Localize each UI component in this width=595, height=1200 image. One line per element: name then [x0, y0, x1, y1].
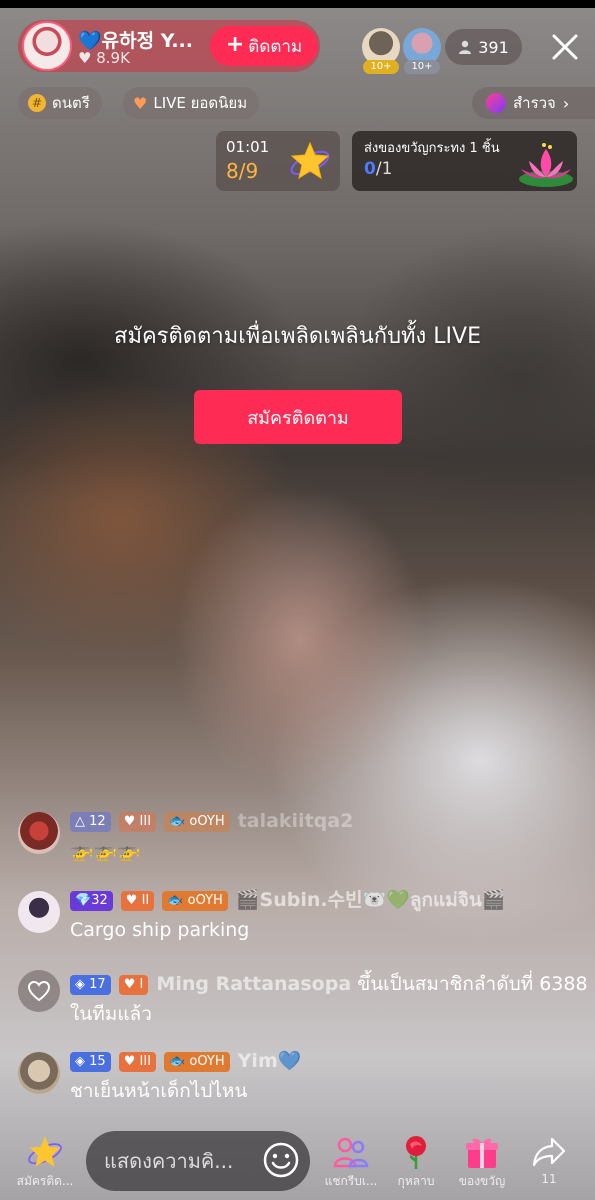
chip-label: ดนตรี: [52, 94, 90, 112]
level-number: 17: [89, 977, 106, 992]
commenter-avatar[interactable]: [18, 812, 60, 854]
gift-label: ของขวัญ: [458, 1174, 506, 1188]
share-arrow-icon: [532, 1137, 566, 1167]
level-badge: ◈ 17: [70, 975, 111, 995]
level-number: 12: [89, 814, 106, 829]
commenter-name[interactable]: talakiitqa2: [238, 810, 354, 832]
fan-level: II: [141, 893, 150, 908]
host-likes-count: 8.9K: [96, 49, 130, 67]
comment-input-placeholder: แสดงความคิ...: [104, 1149, 234, 1173]
comment-message: 🚁🚁🚁: [70, 840, 141, 862]
host-avatar[interactable]: [22, 21, 72, 71]
event-progress: 8/9: [226, 159, 259, 183]
level-badge: △ 12: [70, 812, 111, 832]
explore-label: สำรวจ: [513, 94, 556, 112]
share-button[interactable]: 11: [518, 1132, 580, 1186]
fan-badge: ♥ III: [118, 1052, 157, 1072]
explore-button[interactable]: สำรวจ ›: [472, 87, 595, 119]
fanclub-name: oOYH: [189, 1054, 225, 1069]
top-viewer-avatar[interactable]: 10+: [403, 28, 441, 74]
level-badge: 💎32: [70, 891, 113, 911]
level-badge: ◈ 15: [70, 1052, 111, 1072]
host-likes: ♥ 8.9K: [78, 49, 130, 67]
status-bar: [0, 0, 595, 8]
level-number: 15: [89, 1054, 106, 1069]
fan-badge: ♥ III: [118, 812, 157, 832]
heart-icon: ♥: [78, 49, 92, 67]
gift-task-widget[interactable]: ส่งของขวัญกระทง 1 ชิ้น 0/1: [352, 131, 577, 191]
subscribe-shortcut-label: สมัครติด...: [16, 1174, 74, 1188]
comment-message: ชาเย็นหน้าเด็กไปไหน: [70, 1080, 248, 1102]
comment-message: Cargo ship parking: [70, 919, 250, 941]
chip-music[interactable]: # ดนตรี: [18, 87, 102, 119]
fan-badge: ♥ II: [120, 891, 155, 911]
subscribe-prompt: สมัครติดตามเพื่อเพลิดเพลินกับทั้ง LIVE: [114, 324, 481, 349]
subscribe-shortcut-button[interactable]: สมัครติด...: [14, 1132, 76, 1191]
event-timer: 01:01: [226, 138, 270, 156]
gift-task-total: /1: [375, 159, 393, 179]
share-group-label: แชกรีบเ...: [324, 1174, 378, 1188]
emoji-icon[interactable]: [262, 1141, 300, 1179]
fan-level: III: [139, 814, 152, 829]
star-icon: [28, 1136, 62, 1167]
gift-task-done: 0: [364, 159, 376, 179]
commenter-name[interactable]: Ming Rattanasopa: [156, 973, 351, 995]
fan-badge: ♥ I: [118, 975, 149, 995]
star-icon: [290, 141, 330, 180]
group-icon: [333, 1137, 369, 1168]
commenter-name[interactable]: Yim💙: [238, 1050, 302, 1072]
follow-label: ติดตาม: [248, 36, 303, 57]
fanclub-badge: 🐟 oOYH: [164, 1052, 230, 1072]
gift-box-icon: [466, 1138, 498, 1168]
person-icon: [459, 40, 472, 54]
team-heart-icon: [18, 970, 60, 1012]
plus-icon: +: [225, 32, 245, 57]
lotus-krathong-icon: [519, 143, 573, 187]
commenter-avatar[interactable]: [18, 891, 60, 933]
viewer-level-badge: 10+: [404, 60, 440, 74]
chip-popular-live[interactable]: ♥ LIVE ยอดนิยม: [123, 87, 260, 119]
subscribe-button[interactable]: สมัครติดตาม: [194, 390, 402, 444]
event-timer-widget[interactable]: 01:01 8/9: [216, 131, 340, 191]
heart-icon: ♥: [133, 93, 148, 113]
share-group-button[interactable]: แชกรีบเ...: [320, 1132, 382, 1191]
rose-icon: [406, 1136, 426, 1169]
commenter-avatar[interactable]: [18, 1052, 60, 1094]
chip-label: LIVE ยอดนิยม: [153, 94, 248, 112]
viewer-count: 391: [478, 37, 509, 57]
fanclub-name: oOYH: [187, 893, 223, 908]
top-viewer-avatar[interactable]: 10+: [362, 28, 400, 74]
fanclub-badge: 🐟 oOYH: [162, 891, 228, 911]
fan-level: III: [139, 1054, 152, 1069]
gift-button[interactable]: ของขวัญ: [451, 1132, 513, 1191]
viewer-count-button[interactable]: 391: [445, 29, 522, 65]
rose-gift-button[interactable]: กุหลาบ: [385, 1132, 447, 1191]
follow-button[interactable]: + ติดตาม: [210, 26, 318, 66]
fanclub-badge: 🐟 oOYH: [164, 812, 230, 832]
commenter-name[interactable]: 🎬Subin.수빈🐻‍❄️💚ลูกแม่จิน🎬: [236, 889, 506, 911]
hash-icon: #: [28, 94, 46, 112]
gift-task-title: ส่งของขวัญกระทง 1 ชิ้น: [364, 141, 500, 156]
chevron-right-icon: ›: [562, 93, 570, 113]
viewer-level-badge: 10+: [363, 60, 399, 74]
fan-level: I: [139, 977, 144, 992]
fanclub-name: oOYH: [189, 814, 225, 829]
close-icon[interactable]: [548, 30, 582, 64]
share-count: 11: [541, 1172, 557, 1186]
level-number: 32: [91, 893, 108, 908]
explore-icon: [486, 93, 506, 113]
gift-task-progress: 0/1: [364, 159, 392, 179]
rose-label: กุหลาบ: [397, 1174, 435, 1188]
